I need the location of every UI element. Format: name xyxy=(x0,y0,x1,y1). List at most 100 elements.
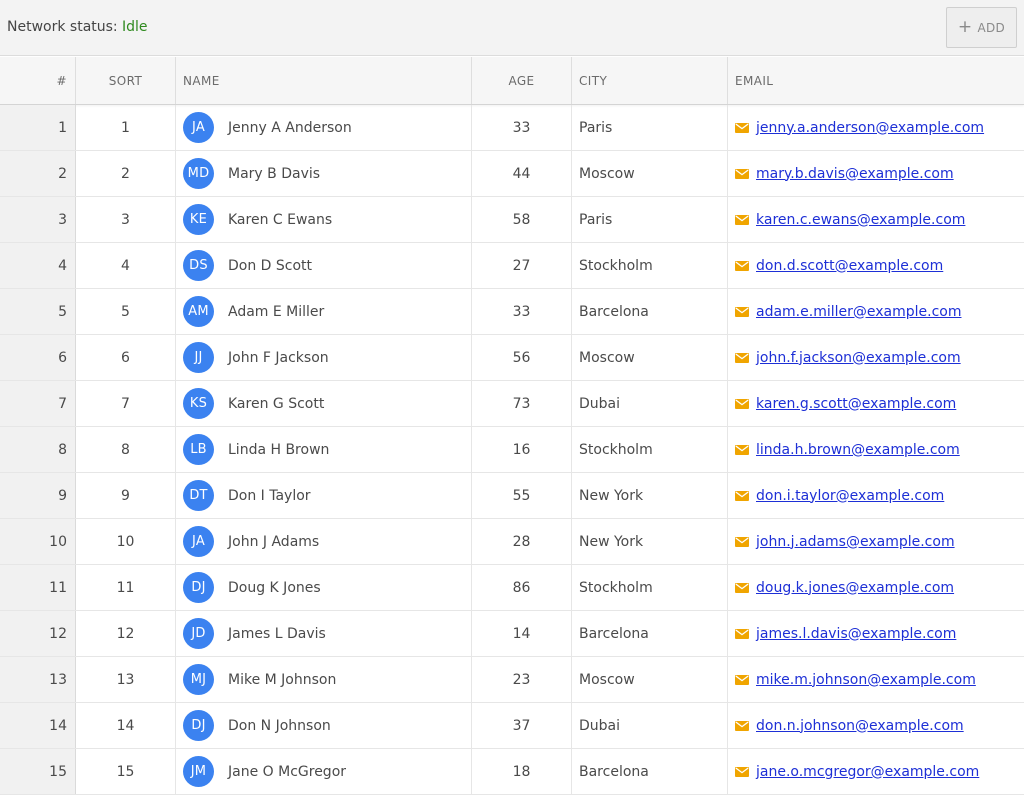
city-cell[interactable]: Moscow xyxy=(572,335,728,380)
email-link[interactable]: james.l.davis@example.com xyxy=(756,626,956,642)
city-cell[interactable]: Dubai xyxy=(572,703,728,748)
add-button[interactable]: + ADD xyxy=(946,7,1017,48)
age-cell[interactable]: 28 xyxy=(472,519,572,564)
email-cell[interactable]: don.d.scott@example.com xyxy=(728,243,1024,288)
age-cell[interactable]: 33 xyxy=(472,105,572,150)
city-cell[interactable]: Barcelona xyxy=(572,749,728,794)
table-row[interactable]: 4 4 DS Don D Scott 27 Stockholm don.d.scott@ex… xyxy=(0,243,1024,289)
column-header-email[interactable]: EMAIL xyxy=(728,57,1024,104)
column-header-sort[interactable]: SORT xyxy=(76,57,176,104)
name-cell[interactable]: JA Jenny A Anderson xyxy=(176,105,472,150)
name-cell[interactable]: JM Jane O McGregor xyxy=(176,749,472,794)
age-cell[interactable]: 33 xyxy=(472,289,572,334)
table-row[interactable]: 15 15 JM Jane O McGregor 18 Barcelona jane.o.m… xyxy=(0,749,1024,795)
email-link[interactable]: john.f.jackson@example.com xyxy=(756,350,961,366)
column-header-index[interactable]: # xyxy=(0,57,76,104)
city-cell[interactable]: Barcelona xyxy=(572,289,728,334)
sort-cell[interactable]: 4 xyxy=(76,243,176,288)
age-cell[interactable]: 14 xyxy=(472,611,572,656)
age-cell[interactable]: 37 xyxy=(472,703,572,748)
age-cell[interactable]: 18 xyxy=(472,749,572,794)
name-cell[interactable]: JA John J Adams xyxy=(176,519,472,564)
table-row[interactable]: 12 12 JD James L Davis 14 Barcelona james.l.da… xyxy=(0,611,1024,657)
email-link[interactable]: don.d.scott@example.com xyxy=(756,258,943,274)
age-cell[interactable]: 16 xyxy=(472,427,572,472)
sort-cell[interactable]: 8 xyxy=(76,427,176,472)
name-cell[interactable]: KS Karen G Scott xyxy=(176,381,472,426)
sort-cell[interactable]: 5 xyxy=(76,289,176,334)
email-cell[interactable]: doug.k.jones@example.com xyxy=(728,565,1024,610)
table-row[interactable]: 2 2 MD Mary B Davis 44 Moscow mary.b.davis@exa… xyxy=(0,151,1024,197)
sort-cell[interactable]: 14 xyxy=(76,703,176,748)
sort-cell[interactable]: 15 xyxy=(76,749,176,794)
email-link[interactable]: mary.b.davis@example.com xyxy=(756,166,954,182)
age-cell[interactable]: 27 xyxy=(472,243,572,288)
city-cell[interactable]: New York xyxy=(572,473,728,518)
sort-cell[interactable]: 1 xyxy=(76,105,176,150)
name-cell[interactable]: JD James L Davis xyxy=(176,611,472,656)
table-row[interactable]: 6 6 JJ John F Jackson 56 Moscow john.f.jackson… xyxy=(0,335,1024,381)
sort-cell[interactable]: 3 xyxy=(76,197,176,242)
name-cell[interactable]: MD Mary B Davis xyxy=(176,151,472,196)
name-cell[interactable]: MJ Mike M Johnson xyxy=(176,657,472,702)
table-row[interactable]: 8 8 LB Linda H Brown 16 Stockholm linda.h.brow… xyxy=(0,427,1024,473)
email-cell[interactable]: don.i.taylor@example.com xyxy=(728,473,1024,518)
table-row[interactable]: 10 10 JA John J Adams 28 New York john.j.adams… xyxy=(0,519,1024,565)
email-cell[interactable]: john.f.jackson@example.com xyxy=(728,335,1024,380)
email-cell[interactable]: john.j.adams@example.com xyxy=(728,519,1024,564)
age-cell[interactable]: 55 xyxy=(472,473,572,518)
email-cell[interactable]: mike.m.johnson@example.com xyxy=(728,657,1024,702)
email-cell[interactable]: don.n.johnson@example.com xyxy=(728,703,1024,748)
sort-cell[interactable]: 10 xyxy=(76,519,176,564)
age-cell[interactable]: 58 xyxy=(472,197,572,242)
name-cell[interactable]: KE Karen C Ewans xyxy=(176,197,472,242)
email-link[interactable]: linda.h.brown@example.com xyxy=(756,442,960,458)
email-link[interactable]: don.n.johnson@example.com xyxy=(756,718,964,734)
name-cell[interactable]: LB Linda H Brown xyxy=(176,427,472,472)
name-cell[interactable]: DJ Doug K Jones xyxy=(176,565,472,610)
email-link[interactable]: doug.k.jones@example.com xyxy=(756,580,954,596)
column-header-name[interactable]: NAME xyxy=(176,57,472,104)
email-cell[interactable]: karen.c.ewans@example.com xyxy=(728,197,1024,242)
email-link[interactable]: jane.o.mcgregor@example.com xyxy=(756,764,979,780)
city-cell[interactable]: Stockholm xyxy=(572,243,728,288)
city-cell[interactable]: Dubai xyxy=(572,381,728,426)
city-cell[interactable]: New York xyxy=(572,519,728,564)
table-row[interactable]: 7 7 KS Karen G Scott 73 Dubai karen.g.scott@ex… xyxy=(0,381,1024,427)
city-cell[interactable]: Barcelona xyxy=(572,611,728,656)
email-cell[interactable]: jenny.a.anderson@example.com xyxy=(728,105,1024,150)
city-cell[interactable]: Moscow xyxy=(572,657,728,702)
age-cell[interactable]: 56 xyxy=(472,335,572,380)
email-link[interactable]: jenny.a.anderson@example.com xyxy=(756,120,984,136)
sort-cell[interactable]: 2 xyxy=(76,151,176,196)
sort-cell[interactable]: 9 xyxy=(76,473,176,518)
age-cell[interactable]: 73 xyxy=(472,381,572,426)
city-cell[interactable]: Stockholm xyxy=(572,565,728,610)
sort-cell[interactable]: 12 xyxy=(76,611,176,656)
name-cell[interactable]: DT Don I Taylor xyxy=(176,473,472,518)
city-cell[interactable]: Paris xyxy=(572,105,728,150)
email-cell[interactable]: mary.b.davis@example.com xyxy=(728,151,1024,196)
age-cell[interactable]: 86 xyxy=(472,565,572,610)
age-cell[interactable]: 23 xyxy=(472,657,572,702)
city-cell[interactable]: Stockholm xyxy=(572,427,728,472)
table-row[interactable]: 14 14 DJ Don N Johnson 37 Dubai don.n.johnson@… xyxy=(0,703,1024,749)
name-cell[interactable]: DS Don D Scott xyxy=(176,243,472,288)
column-header-age[interactable]: AGE xyxy=(472,57,572,104)
table-row[interactable]: 11 11 DJ Doug K Jones 86 Stockholm doug.k.jone… xyxy=(0,565,1024,611)
column-header-city[interactable]: CITY xyxy=(572,57,728,104)
table-row[interactable]: 9 9 DT Don I Taylor 55 New York don.i.taylor@e… xyxy=(0,473,1024,519)
city-cell[interactable]: Moscow xyxy=(572,151,728,196)
table-row[interactable]: 5 5 AM Adam E Miller 33 Barcelona adam.e.mille… xyxy=(0,289,1024,335)
sort-cell[interactable]: 7 xyxy=(76,381,176,426)
city-cell[interactable]: Paris xyxy=(572,197,728,242)
table-row[interactable]: 1 1 JA Jenny A Anderson 33 Paris jenny.a.ander… xyxy=(0,105,1024,151)
email-link[interactable]: mike.m.johnson@example.com xyxy=(756,672,976,688)
email-link[interactable]: don.i.taylor@example.com xyxy=(756,488,944,504)
email-cell[interactable]: adam.e.miller@example.com xyxy=(728,289,1024,334)
sort-cell[interactable]: 6 xyxy=(76,335,176,380)
table-row[interactable]: 3 3 KE Karen C Ewans 58 Paris karen.c.ewans@ex… xyxy=(0,197,1024,243)
email-link[interactable]: karen.c.ewans@example.com xyxy=(756,212,965,228)
email-link[interactable]: john.j.adams@example.com xyxy=(756,534,955,550)
name-cell[interactable]: JJ John F Jackson xyxy=(176,335,472,380)
